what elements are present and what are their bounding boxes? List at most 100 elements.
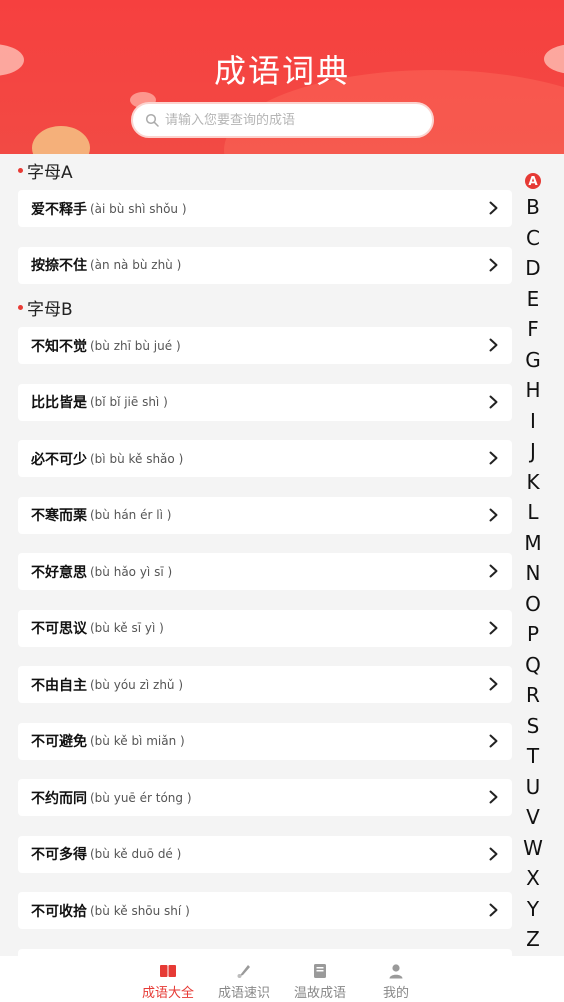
idiom-name: 爱不释手 bbox=[31, 201, 87, 218]
chevron-right-icon bbox=[489, 790, 498, 804]
alphabet-letter-m[interactable]: M bbox=[521, 528, 545, 559]
idiom-row[interactable]: 爱不释手 (ài bù shì shǒu ) bbox=[18, 190, 512, 227]
chevron-right-icon bbox=[489, 677, 498, 691]
alphabet-letter-w[interactable]: W bbox=[521, 833, 545, 864]
alphabet-letter-k[interactable]: K bbox=[521, 467, 545, 498]
bottom-tab-bar: 成语大全 成语速识 温故成语 我的 bbox=[0, 956, 564, 1002]
idiom-pinyin: (bù zhī bù jué ) bbox=[90, 338, 181, 353]
idiom-row[interactable]: 不寒而栗 (bù hán ér lì ) bbox=[18, 496, 512, 534]
alphabet-letter-t[interactable]: T bbox=[521, 741, 545, 772]
idiom-name: 不可多得 bbox=[31, 847, 87, 863]
tab-notebook[interactable]: 温故成语 bbox=[282, 956, 358, 1002]
alphabet-letter-g[interactable]: G bbox=[521, 345, 545, 376]
idiom-row[interactable]: 不可思议 (bù kě sī yì ) bbox=[18, 609, 512, 647]
chevron-right-icon bbox=[489, 734, 498, 747]
idiom-name: 比比皆是 bbox=[31, 395, 87, 411]
idiom-pinyin: (àn nà bù zhù ) bbox=[90, 258, 182, 272]
idiom-pinyin: (bù hán ér lì ) bbox=[90, 508, 172, 522]
idiom-row[interactable]: 按捺不住 (àn nà bù zhù ) bbox=[18, 246, 512, 284]
alphabet-letter-i[interactable]: I bbox=[521, 406, 545, 437]
chevron-right-icon bbox=[489, 903, 498, 917]
tab-label: 我的 bbox=[382, 986, 409, 1001]
idiom-name: 不知不觉 bbox=[31, 338, 87, 355]
idiom-row[interactable]: 必不可少 (bì bù kě shǎo ) bbox=[18, 440, 512, 477]
book-icon bbox=[160, 965, 176, 977]
idiom-pinyin: (bù kě bì miǎn ) bbox=[90, 734, 185, 748]
idiom-pinyin: (bù yóu zì zhǔ ) bbox=[90, 677, 184, 692]
alphabet-letter-n[interactable]: N bbox=[521, 558, 545, 589]
alphabet-letter-b[interactable]: B bbox=[521, 192, 545, 223]
chevron-right-icon bbox=[489, 508, 498, 521]
idiom-pinyin: (bù hǎo yì sī ) bbox=[90, 564, 173, 579]
alphabet-letter-p[interactable]: P bbox=[521, 619, 545, 650]
tab-label: 温故成语 bbox=[293, 986, 346, 1001]
alphabet-index[interactable]: ABCDEFGHIJKLMNOPQRSTUVWXYZ bbox=[521, 170, 545, 955]
alphabet-letter-s[interactable]: S bbox=[521, 711, 545, 742]
idiom-name: 按捺不住 bbox=[31, 258, 87, 274]
notebook-icon bbox=[314, 964, 326, 978]
alphabet-letter-label: A bbox=[525, 173, 541, 189]
alphabet-letter-q[interactable]: Q bbox=[521, 650, 545, 681]
alphabet-letter-c[interactable]: C bbox=[521, 223, 545, 254]
alphabet-letter-f[interactable]: F bbox=[521, 314, 545, 345]
alphabet-letter-y[interactable]: Y bbox=[521, 894, 545, 925]
header-decoration bbox=[32, 126, 90, 154]
idiom-row[interactable]: 不可收拾 (bù kě shōu shí ) bbox=[18, 892, 512, 929]
alphabet-letter-j[interactable]: J bbox=[521, 436, 545, 467]
search-bar[interactable] bbox=[131, 102, 434, 138]
idiom-row[interactable] bbox=[18, 948, 512, 956]
idiom-name: 不可思议 bbox=[31, 621, 87, 637]
idiom-name: 不由自主 bbox=[31, 677, 87, 694]
alphabet-letter-v[interactable]: V bbox=[521, 802, 545, 833]
chevron-right-icon bbox=[489, 338, 498, 352]
alphabet-letter-x[interactable]: X bbox=[521, 863, 545, 894]
chevron-right-icon bbox=[489, 451, 498, 465]
section-title: 字母B bbox=[27, 300, 73, 320]
idiom-name: 不可避免 bbox=[31, 734, 87, 750]
section-dot bbox=[18, 305, 23, 310]
page-title: 成语词典 bbox=[213, 52, 350, 90]
chevron-right-icon bbox=[489, 847, 498, 860]
alphabet-letter-e[interactable]: E bbox=[521, 284, 545, 315]
alphabet-letter-l[interactable]: L bbox=[521, 497, 545, 528]
chevron-right-icon bbox=[489, 564, 498, 578]
tab-user[interactable]: 我的 bbox=[358, 956, 434, 1002]
brush-icon bbox=[237, 965, 250, 978]
chevron-right-icon bbox=[489, 395, 498, 408]
idiom-row[interactable]: 不好意思 (bù hǎo yì sī ) bbox=[18, 553, 512, 590]
alphabet-letter-d[interactable]: D bbox=[521, 253, 545, 284]
idiom-pinyin: (bì bù kě shǎo ) bbox=[90, 451, 184, 466]
section-dot bbox=[18, 168, 23, 173]
idiom-name: 不好意思 bbox=[31, 564, 87, 581]
idiom-pinyin: (bǐ bǐ jiē shì ) bbox=[90, 395, 168, 409]
idiom-list[interactable]: 字母A 爱不释手 (ài bù shì shǒu ) 按捺不住 (àn nà bù zh… bbox=[0, 154, 564, 956]
tab-brush[interactable]: 成语速识 bbox=[206, 956, 282, 1002]
alphabet-letter-u[interactable]: U bbox=[521, 772, 545, 803]
idiom-name: 不可收拾 bbox=[31, 903, 87, 920]
chevron-right-icon bbox=[489, 201, 498, 215]
alphabet-letter-a[interactable]: A bbox=[521, 170, 545, 192]
idiom-row[interactable]: 不约而同 (bù yuē ér tóng ) bbox=[18, 779, 512, 816]
idiom-row[interactable]: 不可避免 (bù kě bì miǎn ) bbox=[18, 722, 512, 760]
idiom-row[interactable]: 比比皆是 (bǐ bǐ jiē shì ) bbox=[18, 383, 512, 421]
idiom-pinyin: (bù kě shōu shí ) bbox=[90, 903, 190, 918]
search-input[interactable] bbox=[165, 112, 415, 128]
idiom-pinyin: (bù yuē ér tóng ) bbox=[90, 790, 192, 805]
chevron-right-icon bbox=[489, 258, 498, 271]
tab-label: 成语速识 bbox=[217, 986, 270, 1001]
alphabet-letter-h[interactable]: H bbox=[521, 375, 545, 406]
idiom-name: 必不可少 bbox=[31, 451, 87, 468]
alphabet-letter-o[interactable]: O bbox=[521, 589, 545, 620]
alphabet-letter-z[interactable]: Z bbox=[521, 924, 545, 955]
idiom-name: 不约而同 bbox=[31, 790, 87, 807]
search-icon bbox=[145, 113, 159, 127]
idiom-row[interactable]: 不可多得 (bù kě duō dé ) bbox=[18, 835, 512, 873]
user-icon bbox=[389, 964, 403, 979]
tab-book[interactable]: 成语大全 bbox=[130, 956, 206, 1002]
idiom-pinyin: (bù kě duō dé ) bbox=[90, 847, 182, 861]
section-title: 字母A bbox=[27, 163, 73, 183]
idiom-row[interactable]: 不由自主 (bù yóu zì zhǔ ) bbox=[18, 666, 512, 703]
alphabet-letter-r[interactable]: R bbox=[521, 680, 545, 711]
idiom-row[interactable]: 不知不觉 (bù zhī bù jué ) bbox=[18, 327, 512, 364]
idiom-name: 不寒而栗 bbox=[31, 508, 87, 524]
